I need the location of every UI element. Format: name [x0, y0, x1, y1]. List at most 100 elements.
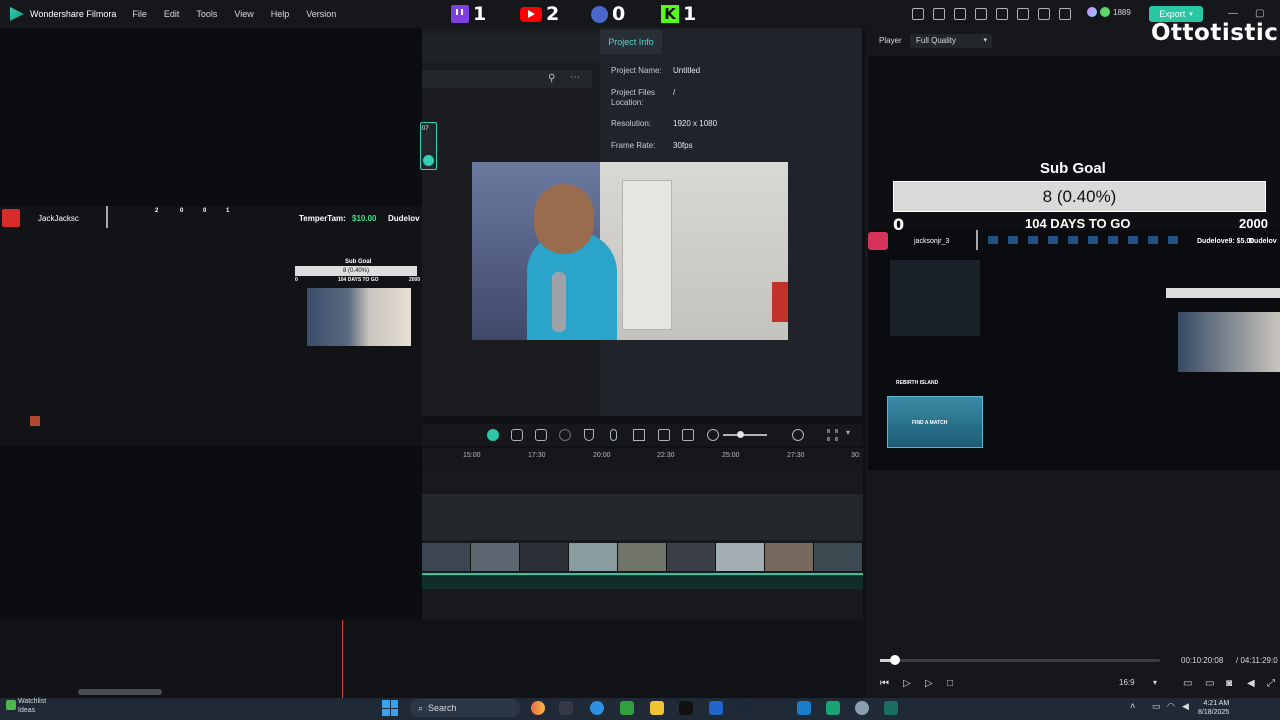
- taskbar-search[interactable]: ⌕ Search: [410, 699, 520, 717]
- xbox-icon[interactable]: [620, 701, 634, 715]
- credits-badge[interactable]: 1889: [1087, 7, 1131, 17]
- microphone: [552, 272, 566, 332]
- mini-subgoal-min: 0: [295, 277, 298, 283]
- frame-rate-value: 30fps: [673, 141, 693, 150]
- fullscreen-icon[interactable]: ⤢: [1267, 678, 1275, 689]
- scrub-handle[interactable]: [890, 655, 900, 665]
- split-icon[interactable]: [511, 429, 523, 441]
- youtube-counter: 2: [520, 2, 559, 26]
- clip-thumb: [569, 543, 618, 571]
- nested-nav-strip: [988, 236, 1188, 244]
- nested-webcam: [1178, 312, 1280, 372]
- menu-version[interactable]: Version: [306, 9, 336, 19]
- tick-label: 20:00: [593, 452, 611, 459]
- play-pause-icon[interactable]: ▷: [925, 678, 933, 689]
- start-button[interactable]: [382, 700, 398, 716]
- zoom-out-icon[interactable]: [707, 429, 719, 441]
- subgoal-bar: 8 (0.40%): [893, 181, 1266, 212]
- maximize-icon[interactable]: ▢: [1255, 8, 1264, 19]
- video-clip[interactable]: [422, 543, 863, 571]
- layout-icon[interactable]: [827, 429, 838, 441]
- store-icon[interactable]: [709, 701, 723, 715]
- volume-icon[interactable]: ◀: [1182, 701, 1189, 712]
- watchlist-title: Watchlist: [18, 698, 47, 705]
- playhead[interactable]: [342, 620, 343, 698]
- frame-rate-label: Frame Rate:: [611, 141, 656, 150]
- tab-project-info[interactable]: Project Info: [600, 30, 662, 54]
- facebook-count: 0: [612, 3, 626, 25]
- menu-edit[interactable]: Edit: [164, 9, 180, 19]
- volume-icon[interactable]: ◀: [1247, 678, 1255, 689]
- play-range-icon[interactable]: [559, 429, 571, 441]
- send-icon[interactable]: [933, 8, 945, 20]
- aspect-ratio[interactable]: 16:9: [1119, 678, 1135, 687]
- youtube-count: 2: [546, 3, 560, 25]
- media-search[interactable]: [422, 70, 592, 88]
- tray-chevron-icon[interactable]: ˄: [1130, 701, 1135, 711]
- app-icon[interactable]: [797, 701, 811, 715]
- twitch-icon: [451, 5, 469, 23]
- stop-icon[interactable]: □: [947, 678, 953, 689]
- prev-frame-icon[interactable]: ⏮: [880, 678, 889, 689]
- copilot-icon[interactable]: [531, 701, 545, 715]
- toolbar-icons: [912, 8, 1071, 20]
- filmora-logo-icon: [10, 7, 24, 21]
- timeline-scrollbar[interactable]: [78, 689, 162, 695]
- folder-icon[interactable]: [650, 701, 664, 715]
- door: [622, 180, 672, 330]
- zoom-slider[interactable]: [723, 434, 767, 436]
- zoom-slider-knob[interactable]: [737, 431, 744, 438]
- gift-icon[interactable]: [912, 8, 924, 20]
- save-icon[interactable]: [996, 8, 1008, 20]
- check-icon: [423, 155, 434, 166]
- edge-icon[interactable]: [590, 701, 604, 715]
- quality-select[interactable]: Full Quality ▾: [910, 34, 992, 48]
- menu-help[interactable]: Help: [271, 9, 290, 19]
- taskbar-search-label: Search: [428, 703, 457, 713]
- message-icon[interactable]: [954, 8, 966, 20]
- shield-icon[interactable]: [584, 429, 594, 441]
- monitor-icon[interactable]: ▭: [1205, 678, 1214, 689]
- nested-donation-next: Dudelov: [1249, 238, 1277, 245]
- menu-file[interactable]: File: [132, 9, 147, 19]
- filter-icon[interactable]: ⚲: [548, 73, 555, 84]
- grid-icon[interactable]: [1059, 8, 1071, 20]
- twitch-count: 1: [473, 3, 487, 25]
- snap-icon[interactable]: [487, 429, 499, 441]
- support-icon[interactable]: [1038, 8, 1050, 20]
- minimize-icon[interactable]: —: [1228, 8, 1238, 19]
- watchlist-widget[interactable]: Watchlist Ideas: [18, 697, 46, 715]
- app-icon[interactable]: [826, 701, 840, 715]
- snapshot-icon[interactable]: ◙: [1226, 678, 1232, 689]
- wifi-icon[interactable]: ◠: [1167, 701, 1175, 712]
- media-thumbnail[interactable]: 07: [420, 122, 437, 170]
- settings-icon[interactable]: [855, 701, 869, 715]
- caption-icon[interactable]: [682, 429, 694, 441]
- text-icon[interactable]: [633, 429, 645, 441]
- chevron-down-icon[interactable]: ▾: [846, 428, 850, 437]
- chevron-down-icon[interactable]: ▾: [1153, 678, 1157, 687]
- menu-tools[interactable]: Tools: [196, 9, 217, 19]
- zoom-in-icon[interactable]: [792, 429, 804, 441]
- mic-icon[interactable]: [610, 429, 617, 441]
- more-icon[interactable]: ⋯: [570, 72, 580, 83]
- mini-subgoal-days: 104 DAYS TO GO: [338, 277, 379, 283]
- play-icon[interactable]: ▷: [903, 678, 911, 689]
- empty-track[interactable]: [422, 494, 863, 540]
- cloud-icon[interactable]: [1017, 8, 1029, 20]
- scrub-track[interactable]: [880, 659, 1160, 662]
- filmora-icon[interactable]: [884, 701, 898, 715]
- tiktok-icon[interactable]: [679, 701, 693, 715]
- taskbar-clock[interactable]: 4:21 AM 8/18/2025: [1198, 699, 1229, 717]
- audio-waveform[interactable]: [422, 573, 863, 589]
- project-name-label: Project Name:: [611, 66, 662, 75]
- pip-icon[interactable]: [658, 429, 670, 441]
- resolution-label: Resolution:: [611, 119, 652, 128]
- media-icon[interactable]: [975, 8, 987, 20]
- tray-icon[interactable]: ▭: [1152, 701, 1161, 712]
- taskview-icon[interactable]: [559, 701, 573, 715]
- fit-icon[interactable]: ▭: [1183, 678, 1192, 689]
- render-icon[interactable]: [535, 429, 547, 441]
- menu-view[interactable]: View: [234, 9, 253, 19]
- steam-icon[interactable]: [738, 701, 752, 715]
